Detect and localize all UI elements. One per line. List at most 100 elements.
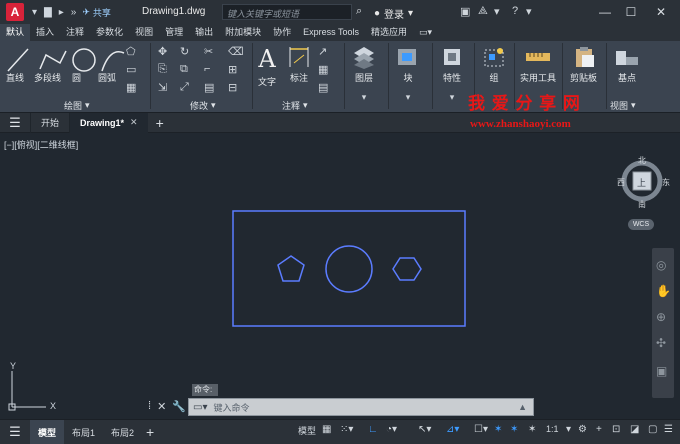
dimension-button[interactable]: 标注: [288, 45, 310, 84]
search-input[interactable]: 键入关键字或短语: [222, 4, 352, 20]
compass-west-label[interactable]: 西: [617, 177, 625, 188]
chevron-down-icon[interactable]: ▾: [494, 5, 500, 18]
polygon-icon[interactable]: ⬠: [126, 45, 136, 58]
copy-icon[interactable]: ⎘: [158, 63, 167, 76]
tool-polyline-label[interactable]: 多段线: [34, 71, 61, 84]
trim-icon[interactable]: ✂: [204, 45, 213, 58]
tool-circle-label[interactable]: 圆: [72, 71, 81, 84]
ribbon-tab[interactable]: 管理: [159, 24, 189, 41]
layers-button[interactable]: 图层 ▾: [352, 45, 376, 103]
autoscale-icon[interactable]: ✶: [510, 424, 518, 435]
view-panel-label[interactable]: 视图 ▾: [610, 99, 636, 112]
explode-icon[interactable]: ⊞: [228, 63, 237, 76]
lineweight-icon[interactable]: ☐▾: [474, 424, 488, 435]
block-button[interactable]: 块 ▾: [396, 45, 420, 103]
ribbon-tab[interactable]: 注释: [60, 24, 90, 41]
group-button[interactable]: 组: [482, 45, 506, 84]
viewcube-top-label[interactable]: 上: [637, 176, 646, 189]
close-command-icon[interactable]: ✕: [157, 400, 166, 413]
tab-start[interactable]: 开始: [30, 112, 69, 133]
isolate-objects-icon[interactable]: ⊡: [612, 424, 620, 435]
tab-model[interactable]: 模型: [30, 419, 65, 444]
chevron-down-icon[interactable]: ▾: [526, 5, 532, 18]
scale-icon[interactable]: ⤢: [180, 81, 189, 94]
base-button[interactable]: 基点: [614, 45, 640, 84]
wcs-menu-button[interactable]: WCS: [628, 219, 654, 230]
more-icon[interactable]: »: [71, 7, 77, 18]
ribbon-tab[interactable]: 输出: [189, 24, 219, 41]
array-icon[interactable]: ▤: [204, 81, 214, 94]
command-icon[interactable]: ▭▾: [193, 402, 207, 413]
markup-icon[interactable]: ▤: [318, 81, 328, 94]
polar-icon[interactable]: ◔▾: [386, 424, 397, 435]
ribbon-tab[interactable]: Express Tools: [297, 24, 365, 41]
pentagon-shape[interactable]: [277, 255, 305, 282]
tab-layout1[interactable]: 布局1: [64, 420, 103, 444]
clipboard-button[interactable]: 剪贴板: [570, 45, 597, 84]
draw-panel-label[interactable]: 绘图 ▾: [64, 99, 90, 112]
open-file-icon[interactable]: ▸: [59, 7, 64, 18]
hamburger-menu-icon[interactable]: ☰: [0, 115, 30, 131]
customize-wrench-icon[interactable]: 🔧: [172, 400, 186, 413]
mirror-icon[interactable]: ⧉: [180, 63, 188, 76]
close-tab-icon[interactable]: ✕: [130, 117, 138, 128]
help-icon[interactable]: ?: [512, 5, 518, 17]
ribbon-tab[interactable]: 附加模块: [219, 24, 267, 41]
grid-icon[interactable]: ▦: [322, 424, 331, 435]
zoom-extents-icon[interactable]: ⊕: [656, 310, 666, 324]
ribbon-tab[interactable]: 默认: [0, 24, 31, 41]
utilities-button[interactable]: 实用工具: [520, 45, 556, 84]
new-file-icon[interactable]: ▇: [44, 7, 52, 18]
plus-icon[interactable]: +: [596, 424, 602, 435]
app-logo[interactable]: A: [6, 3, 24, 21]
steering-wheel-icon[interactable]: ◎: [656, 258, 666, 272]
login-button[interactable]: ● 登录 ▾: [374, 6, 413, 21]
ribbon-tab[interactable]: 精选应用: [365, 24, 413, 41]
table-icon[interactable]: ▦: [318, 63, 328, 76]
autodesk-icon[interactable]: ⟁: [478, 5, 488, 18]
compass-south-label[interactable]: 南: [638, 199, 646, 210]
tool-line-label[interactable]: 直线: [6, 71, 24, 84]
ribbon-options-icon[interactable]: ▭▾: [413, 24, 438, 41]
new-tab-icon[interactable]: +: [156, 115, 164, 131]
offset-icon[interactable]: ⊟: [228, 81, 237, 94]
orbit-icon[interactable]: ✣: [656, 336, 666, 350]
cart-icon[interactable]: ▣: [460, 5, 470, 18]
share-button[interactable]: ✈ 共享: [82, 6, 111, 19]
command-history-icon[interactable]: ▲: [518, 402, 527, 412]
ortho-icon[interactable]: ∟: [368, 424, 378, 435]
drawing-canvas[interactable]: [−][俯视][二维线框] Y X 北 南 东 西 上 WCS: [0, 133, 680, 419]
pan-hand-icon[interactable]: ✋: [656, 284, 671, 298]
stretch-icon[interactable]: ⇲: [158, 81, 167, 94]
menu-caret-icon[interactable]: ▾: [32, 7, 37, 18]
tab-layout2[interactable]: 布局2: [103, 420, 142, 444]
erase-icon[interactable]: ⌫: [228, 45, 244, 58]
ribbon-tab[interactable]: 协作: [267, 24, 297, 41]
ribbon-tab[interactable]: 视图: [129, 24, 159, 41]
customization-menu-icon[interactable]: ☰: [664, 424, 673, 435]
layout-menu-icon[interactable]: ☰: [0, 424, 30, 440]
add-layout-icon[interactable]: +: [146, 424, 154, 440]
annotation-panel-label[interactable]: 注释 ▾: [282, 99, 308, 112]
object-snap-icon[interactable]: ⊿▾: [446, 424, 459, 435]
hexagon-shape[interactable]: [392, 257, 422, 281]
showmotion-icon[interactable]: ▣: [656, 364, 667, 378]
fillet-icon[interactable]: ⌐: [204, 63, 210, 75]
maximize-button[interactable]: ☐: [620, 3, 642, 21]
properties-button[interactable]: 特性 ▾: [440, 45, 464, 103]
compass-north-label[interactable]: 北: [638, 155, 646, 166]
rectangle-icon[interactable]: ▭: [126, 63, 136, 76]
snap-icon[interactable]: ⁙▾: [340, 424, 353, 435]
hatch-icon[interactable]: ▦: [126, 81, 136, 94]
chevron-down-icon[interactable]: ▾: [566, 424, 571, 435]
clean-screen-icon[interactable]: ▢: [648, 424, 657, 435]
command-line[interactable]: ▭▾ 键入命令 ▲: [188, 398, 534, 416]
rotate-icon[interactable]: ↻: [180, 45, 189, 58]
circle-shape[interactable]: [325, 245, 373, 293]
model-space-button[interactable]: 模型: [298, 424, 316, 437]
scale-dropdown[interactable]: 1:1: [546, 424, 559, 434]
ribbon-tab[interactable]: 参数化: [90, 24, 129, 41]
close-button[interactable]: ✕: [650, 3, 672, 21]
drag-handle-icon[interactable]: ⁞: [148, 400, 151, 413]
command-input[interactable]: 键入命令: [213, 401, 249, 414]
